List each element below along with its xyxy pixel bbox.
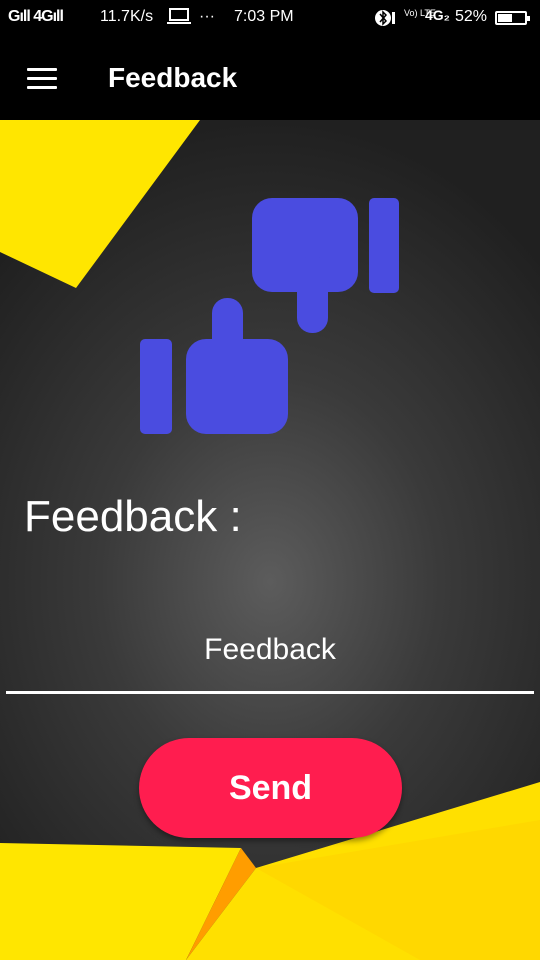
hamburger-menu-icon[interactable]	[27, 68, 57, 90]
status-bar: Gıll 4Gıll 11.7K/s ··· 7:03 PM Vo) LTE 4…	[0, 0, 540, 36]
network-type-indicator: 4G₂	[425, 7, 450, 23]
more-notifications-icon: ···	[199, 8, 215, 25]
feedback-screen: Feedback : Send	[0, 120, 540, 960]
thumbs-up-down-icon	[140, 198, 399, 434]
battery-percent: 52%	[455, 8, 488, 25]
battery-icon	[495, 11, 530, 25]
battery-fill	[498, 14, 512, 22]
clock: 7:03 PM	[234, 8, 294, 25]
laptop-icon	[167, 7, 191, 30]
page-title: Feedback	[108, 62, 238, 93]
send-button[interactable]: Send	[139, 738, 402, 838]
app-bar: Feedback	[0, 36, 540, 120]
bluetooth-icon	[374, 9, 396, 32]
feedback-label: Feedback :	[24, 492, 242, 541]
feedback-input[interactable]	[6, 608, 534, 694]
cell-signal-indicator: Gıll 4Gıll	[8, 8, 64, 25]
network-speed: 11.7K/s	[100, 8, 154, 25]
